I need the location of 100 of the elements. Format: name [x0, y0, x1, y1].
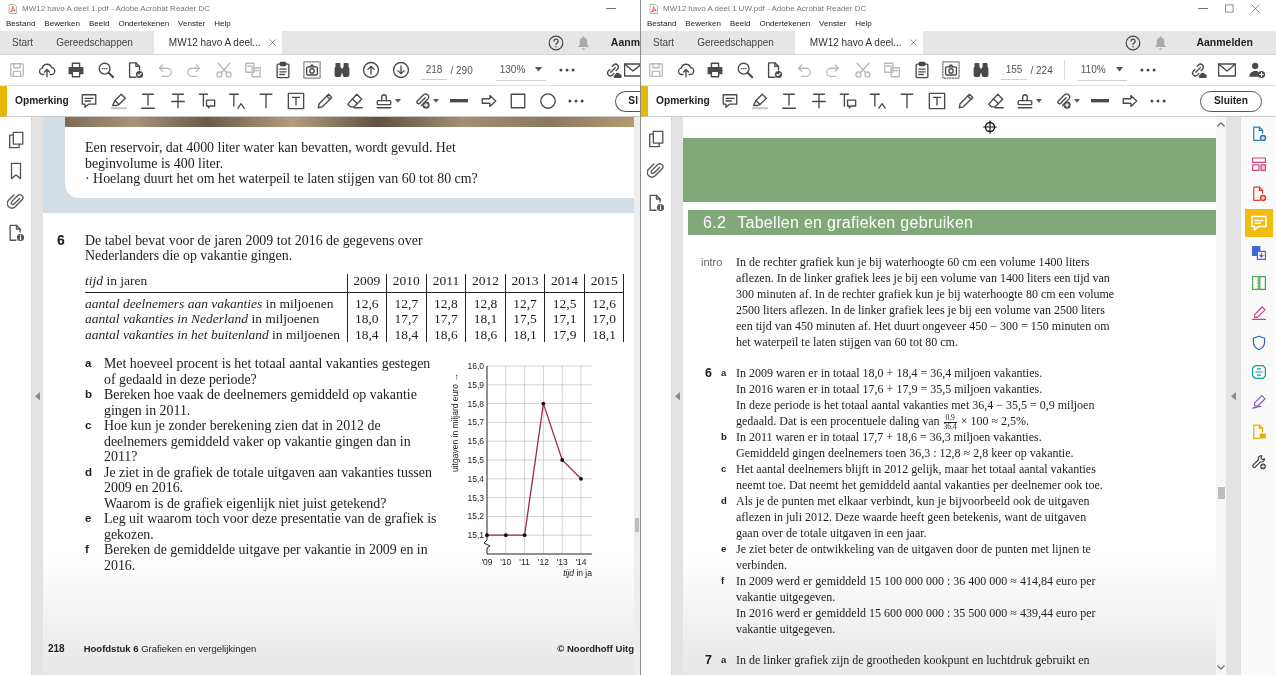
- tab[interactable]: Start: [0, 31, 45, 54]
- menu-item[interactable]: Bewerken: [685, 18, 721, 30]
- stamp-icon[interactable]: [1016, 92, 1035, 110]
- right-arrow-icon[interactable]: [1120, 92, 1139, 110]
- text-strikethrough-icon[interactable]: [168, 92, 187, 110]
- menu-item[interactable]: Help: [214, 18, 231, 30]
- stamp-icon[interactable]: [375, 92, 394, 110]
- collapse-arrow-icon[interactable]: [1230, 391, 1236, 401]
- close-icon[interactable]: [909, 39, 917, 46]
- pencil-icon[interactable]: [957, 92, 976, 110]
- clipboard-icon[interactable]: [912, 61, 931, 79]
- menu-item[interactable]: Help: [855, 18, 872, 30]
- binoculars-icon[interactable]: [332, 61, 351, 79]
- paperclip-icon[interactable]: [6, 193, 25, 211]
- maximize-icon[interactable]: [1225, 4, 1234, 13]
- highlighter-icon[interactable]: [750, 92, 769, 110]
- pages-icon[interactable]: [647, 130, 665, 148]
- menu-item[interactable]: Ondertekenen: [118, 18, 170, 30]
- text-replace-icon[interactable]: [198, 92, 217, 110]
- menu-item[interactable]: Ondertekenen: [759, 18, 811, 30]
- close-button[interactable]: Sluiten: [1200, 90, 1262, 112]
- square-icon[interactable]: [509, 92, 528, 110]
- zoom-dropdown[interactable]: 110%: [1076, 59, 1127, 81]
- minimize-icon[interactable]: [1198, 7, 1208, 10]
- zoom-dropdown[interactable]: 130%: [495, 59, 547, 81]
- caret-icon[interactable]: [1036, 99, 1043, 103]
- two-documents-icon[interactable]: [1250, 245, 1267, 262]
- pencil-icon[interactable]: [316, 92, 335, 110]
- menu-item[interactable]: Venster: [819, 18, 847, 30]
- text-insert-icon[interactable]: [868, 92, 887, 110]
- text-underline-icon[interactable]: [780, 92, 799, 110]
- document-info-icon[interactable]: [647, 194, 665, 212]
- page-layout-icon[interactable]: [1250, 155, 1267, 172]
- speech-bubble-icon[interactable]: [721, 92, 740, 110]
- shield-icon[interactable]: [1250, 334, 1267, 351]
- sign-in-link[interactable]: Aanm: [610, 34, 640, 51]
- down-arrow-circle-icon[interactable]: [391, 61, 410, 79]
- search-icon[interactable]: [735, 61, 754, 79]
- help-icon[interactable]: [547, 34, 564, 51]
- text-underline-icon[interactable]: [139, 92, 158, 110]
- scroll-down-icon[interactable]: [1217, 665, 1225, 670]
- help-icon[interactable]: [1125, 34, 1142, 51]
- clipboard-icon[interactable]: [273, 61, 292, 79]
- camera-icon[interactable]: [942, 61, 960, 79]
- pages-icon[interactable]: [6, 131, 25, 149]
- caret-icon[interactable]: [1073, 99, 1080, 103]
- document-plus-icon[interactable]: [1250, 126, 1267, 142]
- close-button[interactable]: Sl: [615, 90, 640, 112]
- binoculars-icon[interactable]: [971, 61, 990, 79]
- tab[interactable]: Gereedschappen: [685, 31, 785, 54]
- circle-icon[interactable]: [538, 92, 557, 110]
- menu-item[interactable]: Beeld: [88, 18, 110, 30]
- page-number-field[interactable]: 155: [1001, 60, 1027, 80]
- close-icon[interactable]: [268, 39, 276, 46]
- text-box-icon[interactable]: [286, 92, 305, 110]
- eraser-icon[interactable]: [986, 92, 1005, 110]
- right-arrow-icon[interactable]: [479, 92, 498, 110]
- close-icon[interactable]: [1251, 4, 1260, 13]
- speech-bubble-icon[interactable]: [80, 92, 99, 110]
- tab[interactable]: MW12 havo A deel...: [794, 31, 923, 54]
- envelope-icon[interactable]: [1218, 63, 1237, 77]
- caret-icon[interactable]: [432, 99, 439, 103]
- split-page-icon[interactable]: [1250, 275, 1267, 291]
- text-box-icon[interactable]: [927, 92, 946, 110]
- signature-pen-icon[interactable]: [1250, 394, 1267, 411]
- menu-item[interactable]: Beeld: [729, 18, 751, 30]
- menu-item[interactable]: Bewerken: [44, 18, 80, 30]
- eraser-icon[interactable]: [345, 92, 364, 110]
- more-icon[interactable]: [1150, 99, 1167, 103]
- page-number-field[interactable]: 218: [421, 60, 447, 80]
- document-plus-icon[interactable]: [1250, 185, 1267, 202]
- menu-item[interactable]: Bestand: [6, 18, 36, 30]
- pen-line-icon[interactable]: [1250, 304, 1267, 321]
- highlighter-icon[interactable]: [109, 92, 128, 110]
- tab[interactable]: Gereedschappen: [44, 31, 144, 54]
- caret-icon[interactable]: [395, 99, 402, 103]
- minimize-icon[interactable]: [606, 7, 616, 10]
- tab[interactable]: MW12 havo A deel...: [153, 31, 282, 54]
- scroll-thumb[interactable]: [1217, 486, 1225, 499]
- envelope-icon[interactable]: [623, 63, 640, 77]
- up-arrow-circle-icon[interactable]: [362, 61, 380, 79]
- document-info-icon[interactable]: [6, 224, 25, 242]
- tab[interactable]: Start: [641, 31, 686, 54]
- sign-in-link[interactable]: Aanmelden: [1196, 34, 1253, 51]
- printer-icon[interactable]: [706, 61, 724, 79]
- collapse-arrow-icon[interactable]: [675, 391, 680, 401]
- text-strikethrough-icon[interactable]: [809, 92, 828, 110]
- printer-icon[interactable]: [67, 61, 85, 79]
- camera-icon[interactable]: [303, 61, 321, 79]
- search-icon[interactable]: [96, 61, 115, 79]
- collapse-arrow-icon[interactable]: [35, 391, 40, 401]
- cloud-upload-icon[interactable]: [676, 61, 695, 79]
- octagon-lines-icon[interactable]: [1250, 364, 1267, 381]
- more-icon[interactable]: [1139, 68, 1156, 72]
- scroll-up-icon[interactable]: [1217, 122, 1225, 127]
- menu-item[interactable]: Bestand: [647, 18, 677, 30]
- more-icon[interactable]: [559, 68, 576, 72]
- more-icon[interactable]: [568, 99, 585, 103]
- menu-item[interactable]: Venster: [178, 18, 206, 30]
- person-plus-icon[interactable]: [1247, 61, 1266, 79]
